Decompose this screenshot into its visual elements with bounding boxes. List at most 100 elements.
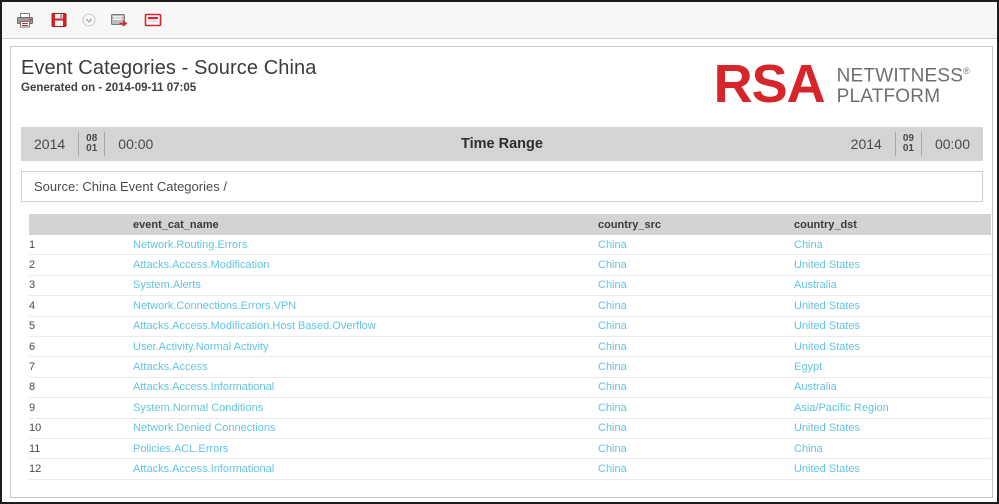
brand-line-1: NETWITNESS — [836, 65, 964, 87]
cell-event-cat-name-link[interactable]: Attacks.Access.Modification — [133, 254, 598, 276]
save-icon[interactable] — [46, 8, 72, 32]
time-range-label: Time Range — [461, 136, 543, 152]
rsa-logo-text: RSA — [713, 54, 826, 114]
row-index: 7 — [29, 356, 133, 378]
row-index: 10 — [29, 418, 133, 439]
cell-country-src-link[interactable]: China — [598, 377, 794, 399]
table-head: event_cat_name country_src country_dst — [29, 214, 991, 235]
table-row: 7 Attacks.Access China Egypt — [29, 356, 991, 378]
row-index: 2 — [29, 254, 133, 276]
start-year: 2014 — [34, 136, 66, 152]
row-index: 5 — [29, 316, 133, 337]
cell-event-cat-name-link[interactable]: Attacks.Access.Informational — [133, 458, 598, 480]
column-header-index[interactable] — [29, 214, 133, 235]
cell-country-dst-link[interactable]: Asia/Pacific Region — [794, 397, 991, 419]
row-index: 6 — [29, 336, 133, 358]
cell-country-dst-link[interactable]: United States — [794, 295, 991, 317]
start-day: 01 — [86, 143, 98, 154]
window-icon[interactable] — [140, 8, 166, 32]
cell-country-src-link[interactable]: China — [598, 397, 794, 419]
row-index: 4 — [29, 295, 133, 317]
end-time: 00:00 — [934, 136, 970, 152]
cell-country-src-link[interactable]: China — [598, 295, 794, 317]
cell-country-dst-link[interactable]: United States — [794, 336, 991, 358]
cell-country-dst-link[interactable]: Australia — [794, 275, 991, 297]
row-index: 11 — [29, 438, 133, 460]
cell-country-dst-link[interactable]: United States — [794, 418, 991, 439]
cell-country-dst-link[interactable]: United States — [794, 254, 991, 276]
cell-country-dst-link[interactable]: Australia — [794, 377, 991, 399]
source-bar: Source: China Event Categories / — [21, 171, 983, 202]
report-viewer-window: Event Categories - Source China Generate… — [0, 0, 999, 504]
results-grid: event_cat_name country_src country_dst 1… — [29, 214, 991, 480]
rsa-netwitness-logo: RSA NETWITNESS® PLATFORM — [714, 57, 970, 111]
time-range-start: 2014 08 01 00:00 — [21, 127, 166, 161]
column-header-country-dst[interactable]: country_dst — [794, 214, 991, 235]
cell-event-cat-name-link[interactable]: Policies.ACL.Errors — [133, 438, 598, 460]
cell-country-dst-link[interactable]: China — [794, 438, 991, 460]
table-row: 9 System.Normal Conditions China Asia/Pacif… — [29, 397, 991, 419]
row-index: 3 — [29, 275, 133, 297]
cell-country-dst-link[interactable]: China — [794, 235, 991, 256]
table-row: 6 User.Activity.Normal Activity China Unite… — [29, 336, 991, 358]
cell-country-dst-link[interactable]: United States — [794, 316, 991, 337]
table-row: 4 Network.Connections.Errors.VPN China Unit… — [29, 295, 991, 317]
table-row: 3 System.Alerts China Australia — [29, 275, 991, 297]
start-month-day: 08 01 — [79, 127, 104, 161]
export-icon[interactable] — [106, 8, 132, 32]
cell-country-src-link[interactable]: China — [598, 418, 794, 439]
results-table: event_cat_name country_src country_dst 1… — [29, 214, 991, 480]
row-index: 8 — [29, 377, 133, 399]
report-panel: Event Categories - Source China Generate… — [10, 46, 993, 498]
end-month-day: 09 01 — [896, 127, 921, 161]
report-heading-block: Event Categories - Source China Generate… — [21, 55, 316, 94]
row-index: 12 — [29, 458, 133, 480]
column-header-event-cat-name[interactable]: event_cat_name — [133, 214, 598, 235]
cell-country-src-link[interactable]: China — [598, 438, 794, 460]
brand-line-2: PLATFORM — [836, 86, 941, 108]
table-header-row: event_cat_name country_src country_dst — [29, 214, 991, 235]
cell-country-src-link[interactable]: China — [598, 316, 794, 337]
cell-country-dst-link[interactable]: United States — [794, 458, 991, 480]
page-title: Event Categories - Source China — [21, 57, 317, 79]
time-range-end: 2014 09 01 00:00 — [838, 127, 983, 161]
table-row: 5 Attacks.Access.Modification.Host Based.… — [29, 316, 991, 337]
table-row: 8 Attacks.Access.Informational China Austra… — [29, 377, 991, 399]
cell-country-dst-link[interactable]: Egypt — [794, 356, 991, 378]
cell-event-cat-name-link[interactable]: Network.Routing.Errors — [133, 235, 598, 256]
cell-country-src-link[interactable]: China — [598, 356, 794, 378]
table-row: 11 Policies.ACL.Errors China China — [29, 438, 991, 460]
end-day: 01 — [902, 143, 914, 154]
brand-registered-mark: ® — [963, 65, 970, 76]
source-text: Source: China Event Categories / — [34, 179, 227, 194]
cell-event-cat-name-link[interactable]: System.Alerts — [133, 275, 598, 297]
cell-event-cat-name-link[interactable]: Network.Connections.Errors.VPN — [133, 295, 598, 317]
cell-event-cat-name-link[interactable]: Attacks.Access.Informational — [133, 377, 598, 399]
table-row: 12 Attacks.Access.Informational China Unite… — [29, 458, 991, 480]
time-range-bar: 2014 08 01 00:00 Time Range 2014 09 01 0… — [21, 127, 983, 161]
column-header-country-src[interactable]: country_src — [598, 214, 794, 235]
generated-on-text: Generated on - 2014-09-11 07:05 — [21, 82, 197, 94]
cell-event-cat-name-link[interactable]: System.Normal Conditions — [133, 397, 598, 419]
table-row: 2 Attacks.Access.Modification China United … — [29, 254, 991, 276]
cell-country-src-link[interactable]: China — [598, 254, 794, 276]
netwitness-platform-text: NETWITNESS® PLATFORM — [837, 61, 970, 107]
table-row: 10 Network.Denied Connections China United … — [29, 418, 991, 439]
row-index: 9 — [29, 397, 133, 419]
cell-event-cat-name-link[interactable]: Network.Denied Connections — [133, 418, 598, 439]
start-time: 00:00 — [118, 136, 154, 152]
row-index: 1 — [29, 235, 133, 256]
print-icon[interactable] — [12, 8, 38, 32]
cell-event-cat-name-link[interactable]: Attacks.Access.Modification.Host Based.O… — [133, 316, 598, 337]
cell-event-cat-name-link[interactable]: User.Activity.Normal Activity — [133, 336, 598, 358]
cell-country-src-link[interactable]: China — [598, 458, 794, 480]
table-body: 1 Network.Routing.Errors China China 2 Attack… — [29, 235, 991, 480]
report-header: Event Categories - Source China Generate… — [11, 47, 992, 121]
chevron-down-icon[interactable] — [80, 8, 98, 32]
cell-country-src-link[interactable]: China — [598, 235, 794, 256]
report-toolbar — [2, 2, 997, 39]
cell-country-src-link[interactable]: China — [598, 336, 794, 358]
end-year: 2014 — [850, 136, 882, 152]
cell-country-src-link[interactable]: China — [598, 275, 794, 297]
cell-event-cat-name-link[interactable]: Attacks.Access — [133, 356, 598, 378]
